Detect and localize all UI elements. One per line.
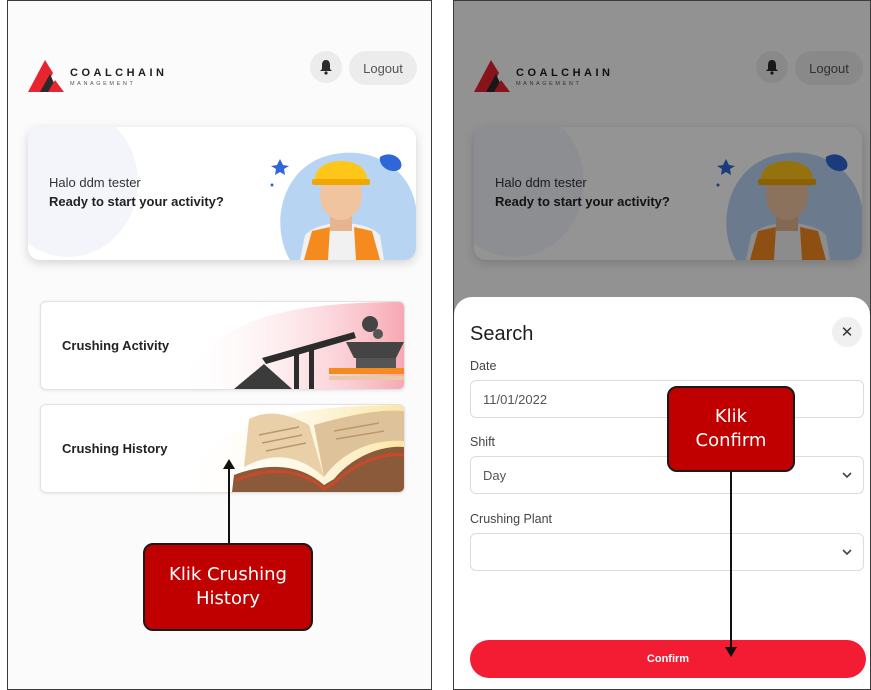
crushing-activity-card[interactable]: Crushing Activity	[40, 301, 405, 390]
date-label: Date	[470, 359, 497, 373]
bell-icon	[320, 60, 332, 75]
shift-value: Day	[483, 468, 507, 483]
home-screen: COALCHAIN MANAGEMENT Logout Halo ddm tes…	[7, 0, 432, 690]
greeting-hello: Halo ddm tester	[49, 175, 141, 190]
date-value: 11/01/2022	[483, 392, 548, 407]
crusher-conveyor-illustration	[174, 302, 404, 389]
greeting-card: Halo ddm tester Ready to start your acti…	[28, 127, 416, 260]
open-book-illustration	[174, 405, 404, 492]
shift-label: Shift	[470, 435, 496, 449]
logo-mark-icon	[28, 60, 64, 92]
annotation-arrow-shaft	[730, 471, 732, 649]
crushing-activity-label: Crushing Activity	[62, 338, 170, 353]
annotation-callout-confirm: Klik Confirm	[667, 386, 795, 472]
coalchain-logo: COALCHAIN MANAGEMENT	[28, 56, 208, 92]
logo-subtitle: MANAGEMENT	[70, 81, 136, 87]
sheet-title: Search	[470, 323, 534, 345]
greeting-prompt: Ready to start your activity?	[49, 194, 224, 209]
annotation-arrowhead-icon	[223, 459, 235, 469]
search-screen: COALCHAIN MANAGEMENT Logout Halo ddm tes…	[453, 0, 871, 690]
crushing-plant-select[interactable]	[470, 533, 864, 571]
logout-button[interactable]: Logout	[349, 51, 417, 85]
crushing-history-label: Crushing History	[62, 441, 168, 456]
confirm-button[interactable]: Confirm	[470, 640, 866, 678]
card-background-shape	[28, 127, 138, 257]
chevron-down-icon	[842, 472, 852, 479]
crushing-plant-label: Crushing Plant	[470, 512, 552, 526]
close-icon: ✕	[840, 324, 854, 341]
annotation-callout-crushing-history: Klik Crushing History	[143, 543, 313, 631]
search-bottom-sheet: Search ✕ Date 11/01/2022 Shift Day Crush…	[454, 297, 870, 689]
notification-button[interactable]	[310, 51, 342, 83]
worker-illustration	[270, 152, 416, 260]
crushing-history-card[interactable]: Crushing History	[40, 404, 405, 493]
annotation-arrowhead-icon	[725, 647, 737, 657]
annotation-arrow-shaft	[228, 467, 230, 545]
close-button[interactable]: ✕	[832, 317, 862, 347]
chevron-down-icon	[842, 549, 852, 556]
logo-wordmark: COALCHAIN	[70, 67, 168, 79]
